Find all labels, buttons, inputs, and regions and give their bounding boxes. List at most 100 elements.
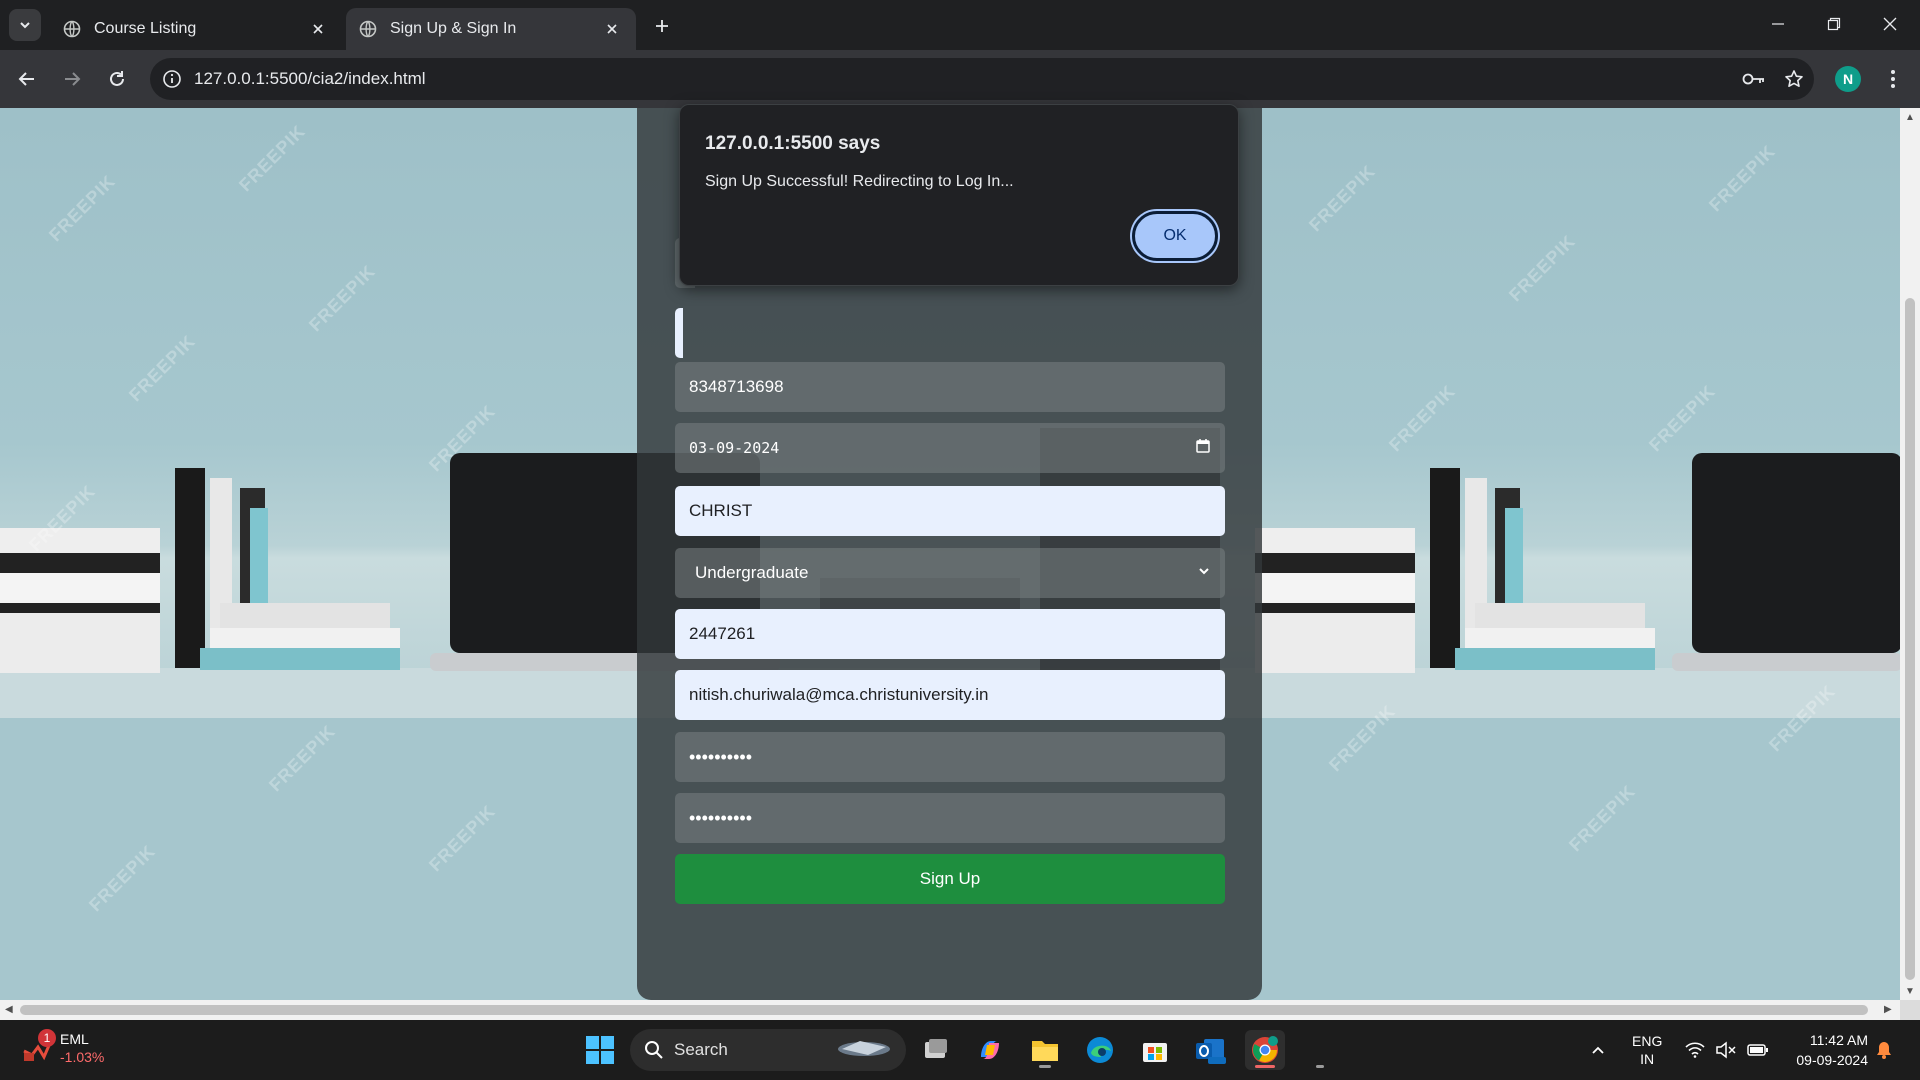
wifi-icon xyxy=(1685,1042,1705,1058)
tab-search-button[interactable] xyxy=(9,9,41,41)
email-value: nitish.churiwala@mca.christuniversity.in xyxy=(689,685,989,704)
program-select[interactable]: Undergraduate xyxy=(675,548,1225,598)
alert-dialog: 127.0.0.1:5500 says Sign Up Successful! … xyxy=(679,104,1239,286)
search-label: Search xyxy=(674,1040,728,1059)
windows-logo-icon xyxy=(586,1036,614,1064)
email-input[interactable]: nitish.churiwala@mca.christuniversity.in xyxy=(675,670,1225,720)
dialog-title: 127.0.0.1:5500 says xyxy=(705,133,881,154)
language-indicator[interactable]: ENG IN xyxy=(1632,1020,1662,1080)
globe-icon xyxy=(62,19,82,39)
covered-input[interactable] xyxy=(675,308,683,358)
show-hidden-icons-button[interactable] xyxy=(1590,1020,1606,1080)
language-line1: ENG xyxy=(1632,1033,1663,1049)
restore-button[interactable] xyxy=(1806,0,1862,48)
more-vert-icon xyxy=(1891,70,1895,88)
tab-course-listing[interactable]: Course Listing xyxy=(50,8,342,50)
dob-date-input[interactable]: 03-09-2024 xyxy=(675,423,1225,473)
globe-icon xyxy=(358,19,378,39)
arrow-right-icon xyxy=(65,72,81,86)
running-indicator xyxy=(1316,1065,1324,1068)
forward-button[interactable] xyxy=(55,62,89,96)
chevron-up-icon xyxy=(1592,1046,1604,1054)
dialog-ok-button[interactable]: OK xyxy=(1132,211,1218,261)
confirm-password-mask: •••••••••• xyxy=(689,807,753,828)
site-info-icon[interactable] xyxy=(150,58,194,100)
system-tray-icons[interactable] xyxy=(1685,1020,1769,1080)
stock-name: EML xyxy=(60,1031,89,1047)
stock-widget[interactable]: 1 EML -1.03% xyxy=(22,1029,104,1066)
clock[interactable]: 11:42 AM 09-09-2024 xyxy=(1778,1030,1868,1070)
search-highlight-icon xyxy=(834,1033,894,1068)
scroll-down-arrow-icon[interactable]: ▼ xyxy=(1905,986,1915,997)
taskbar-search[interactable]: Search xyxy=(630,1029,906,1071)
back-button[interactable] xyxy=(10,62,44,96)
copilot-button[interactable] xyxy=(970,1030,1010,1070)
task-view-button[interactable] xyxy=(916,1030,956,1070)
clock-date: 09-09-2024 xyxy=(1796,1052,1868,1068)
scrollbar-corner xyxy=(1900,1000,1920,1020)
arrow-left-icon xyxy=(18,72,34,86)
windows-start-button[interactable] xyxy=(584,1034,616,1066)
dialog-message: Sign Up Successful! Redirecting to Log I… xyxy=(705,173,1014,190)
minimize-button[interactable] xyxy=(1750,0,1806,48)
close-tab-icon[interactable] xyxy=(306,17,330,41)
outlook-icon xyxy=(1196,1039,1226,1064)
plus-icon xyxy=(656,20,668,32)
password-key-icon[interactable] xyxy=(1734,58,1774,100)
microsoft-store-button[interactable] xyxy=(1135,1030,1175,1070)
chevron-down-icon xyxy=(20,22,30,29)
college-input[interactable]: CHRIST xyxy=(675,486,1225,536)
tab-sign-up[interactable]: Sign Up & Sign In xyxy=(346,8,636,50)
clock-time: 11:42 AM xyxy=(1809,1032,1868,1048)
search-icon xyxy=(645,1041,663,1059)
notification-badge: 1 xyxy=(38,1029,56,1047)
calendar-icon[interactable] xyxy=(1195,438,1211,458)
phone-input[interactable]: 8348713698 xyxy=(675,362,1225,412)
reload-button[interactable] xyxy=(100,62,134,96)
college-value: CHRIST xyxy=(689,501,753,520)
url-text[interactable]: 127.0.0.1:5500/cia2/index.html xyxy=(194,69,1734,89)
browser-toolbar: 127.0.0.1:5500/cia2/index.html N xyxy=(0,50,1920,108)
minimize-icon xyxy=(1772,23,1784,25)
profile-avatar[interactable]: N xyxy=(1835,66,1861,92)
vertical-scrollbar-thumb[interactable] xyxy=(1905,298,1915,980)
confirm-password-input[interactable]: •••••••••• xyxy=(675,793,1225,843)
register-number-value: 2447261 xyxy=(689,624,756,643)
stock-chart-icon: 1 xyxy=(22,1029,56,1063)
register-number-input[interactable]: 2447261 xyxy=(675,609,1225,659)
password-mask: •••••••••• xyxy=(689,746,753,767)
outlook-button[interactable] xyxy=(1190,1030,1230,1070)
running-indicator xyxy=(1039,1065,1051,1068)
horizontal-scrollbar-thumb[interactable] xyxy=(20,1005,1868,1015)
horizontal-scrollbar[interactable]: ◀ ▶ xyxy=(0,1000,1900,1020)
volume-muted-icon xyxy=(1716,1041,1736,1059)
vertical-scrollbar[interactable]: ▲ ▼ xyxy=(1900,108,1920,1000)
chrome-icon xyxy=(1252,1036,1278,1063)
scroll-right-arrow-icon[interactable]: ▶ xyxy=(1884,1004,1892,1015)
file-explorer-button[interactable] xyxy=(1025,1030,1065,1070)
sign-up-button[interactable]: Sign Up xyxy=(675,854,1225,904)
dob-value: 03-09-2024 xyxy=(689,439,780,457)
edge-button[interactable] xyxy=(1080,1030,1120,1070)
scroll-left-arrow-icon[interactable]: ◀ xyxy=(5,1004,13,1015)
close-window-button[interactable] xyxy=(1862,0,1918,48)
browser-menu-button[interactable] xyxy=(1878,62,1908,96)
tab-label: Sign Up & Sign In xyxy=(390,20,517,37)
windows-taskbar: 1 EML -1.03% Search ENG IN 11:42 AM 09-0… xyxy=(0,1020,1920,1080)
store-icon xyxy=(1143,1043,1167,1062)
notifications-button[interactable] xyxy=(1875,1020,1893,1080)
edge-icon xyxy=(1087,1037,1113,1063)
new-tab-button[interactable] xyxy=(648,12,676,40)
chevron-down-icon xyxy=(1197,563,1211,583)
chrome-button[interactable] xyxy=(1245,1030,1285,1070)
restore-icon xyxy=(1827,17,1841,31)
close-tab-icon[interactable] xyxy=(600,17,624,41)
bookmark-star-icon[interactable] xyxy=(1774,58,1814,100)
task-view-icon xyxy=(925,1039,947,1058)
password-input[interactable]: •••••••••• xyxy=(675,732,1225,782)
reload-icon xyxy=(110,71,124,86)
scroll-up-arrow-icon[interactable]: ▲ xyxy=(1905,112,1915,123)
address-bar[interactable]: 127.0.0.1:5500/cia2/index.html xyxy=(150,58,1814,100)
taskbar-overflow-slot[interactable] xyxy=(1300,1030,1340,1070)
phone-value: 8348713698 xyxy=(689,377,784,396)
